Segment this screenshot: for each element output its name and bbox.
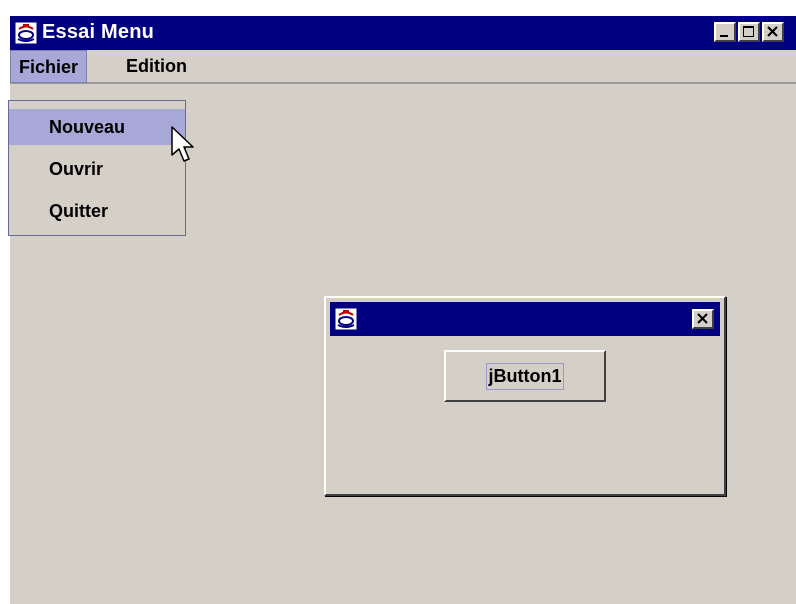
- menu-item-quitter[interactable]: Quitter: [9, 193, 185, 229]
- java-app-icon: [14, 21, 38, 45]
- mouse-cursor-icon: [171, 126, 194, 162]
- title-bar[interactable]: Essai Menu: [10, 16, 796, 50]
- close-icon: [767, 26, 778, 37]
- close-icon: [697, 313, 708, 324]
- internal-frame-title-bar[interactable]: [330, 302, 720, 336]
- menu-edition[interactable]: Edition: [118, 50, 195, 82]
- maximize-button[interactable]: [738, 22, 760, 42]
- internal-frame: jButton1: [324, 296, 726, 496]
- window-title: Essai Menu: [42, 21, 155, 43]
- menu-fichier[interactable]: Fichier: [10, 50, 88, 83]
- fichier-dropdown-menu: Nouveau Ouvrir Quitter: [8, 100, 186, 236]
- maximize-icon: [743, 26, 754, 37]
- close-button[interactable]: [762, 22, 784, 42]
- menu-item-ouvrir[interactable]: Ouvrir: [9, 151, 185, 187]
- jbutton1-label: jButton1: [485, 362, 565, 390]
- jbutton1[interactable]: jButton1: [444, 350, 606, 402]
- minimize-button[interactable]: [714, 22, 736, 42]
- java-app-icon: [334, 307, 358, 331]
- minimize-icon: [720, 35, 728, 37]
- menu-bar: Fichier Edition: [10, 50, 796, 84]
- internal-frame-close-button[interactable]: [692, 309, 714, 329]
- menu-item-nouveau[interactable]: Nouveau: [9, 109, 185, 145]
